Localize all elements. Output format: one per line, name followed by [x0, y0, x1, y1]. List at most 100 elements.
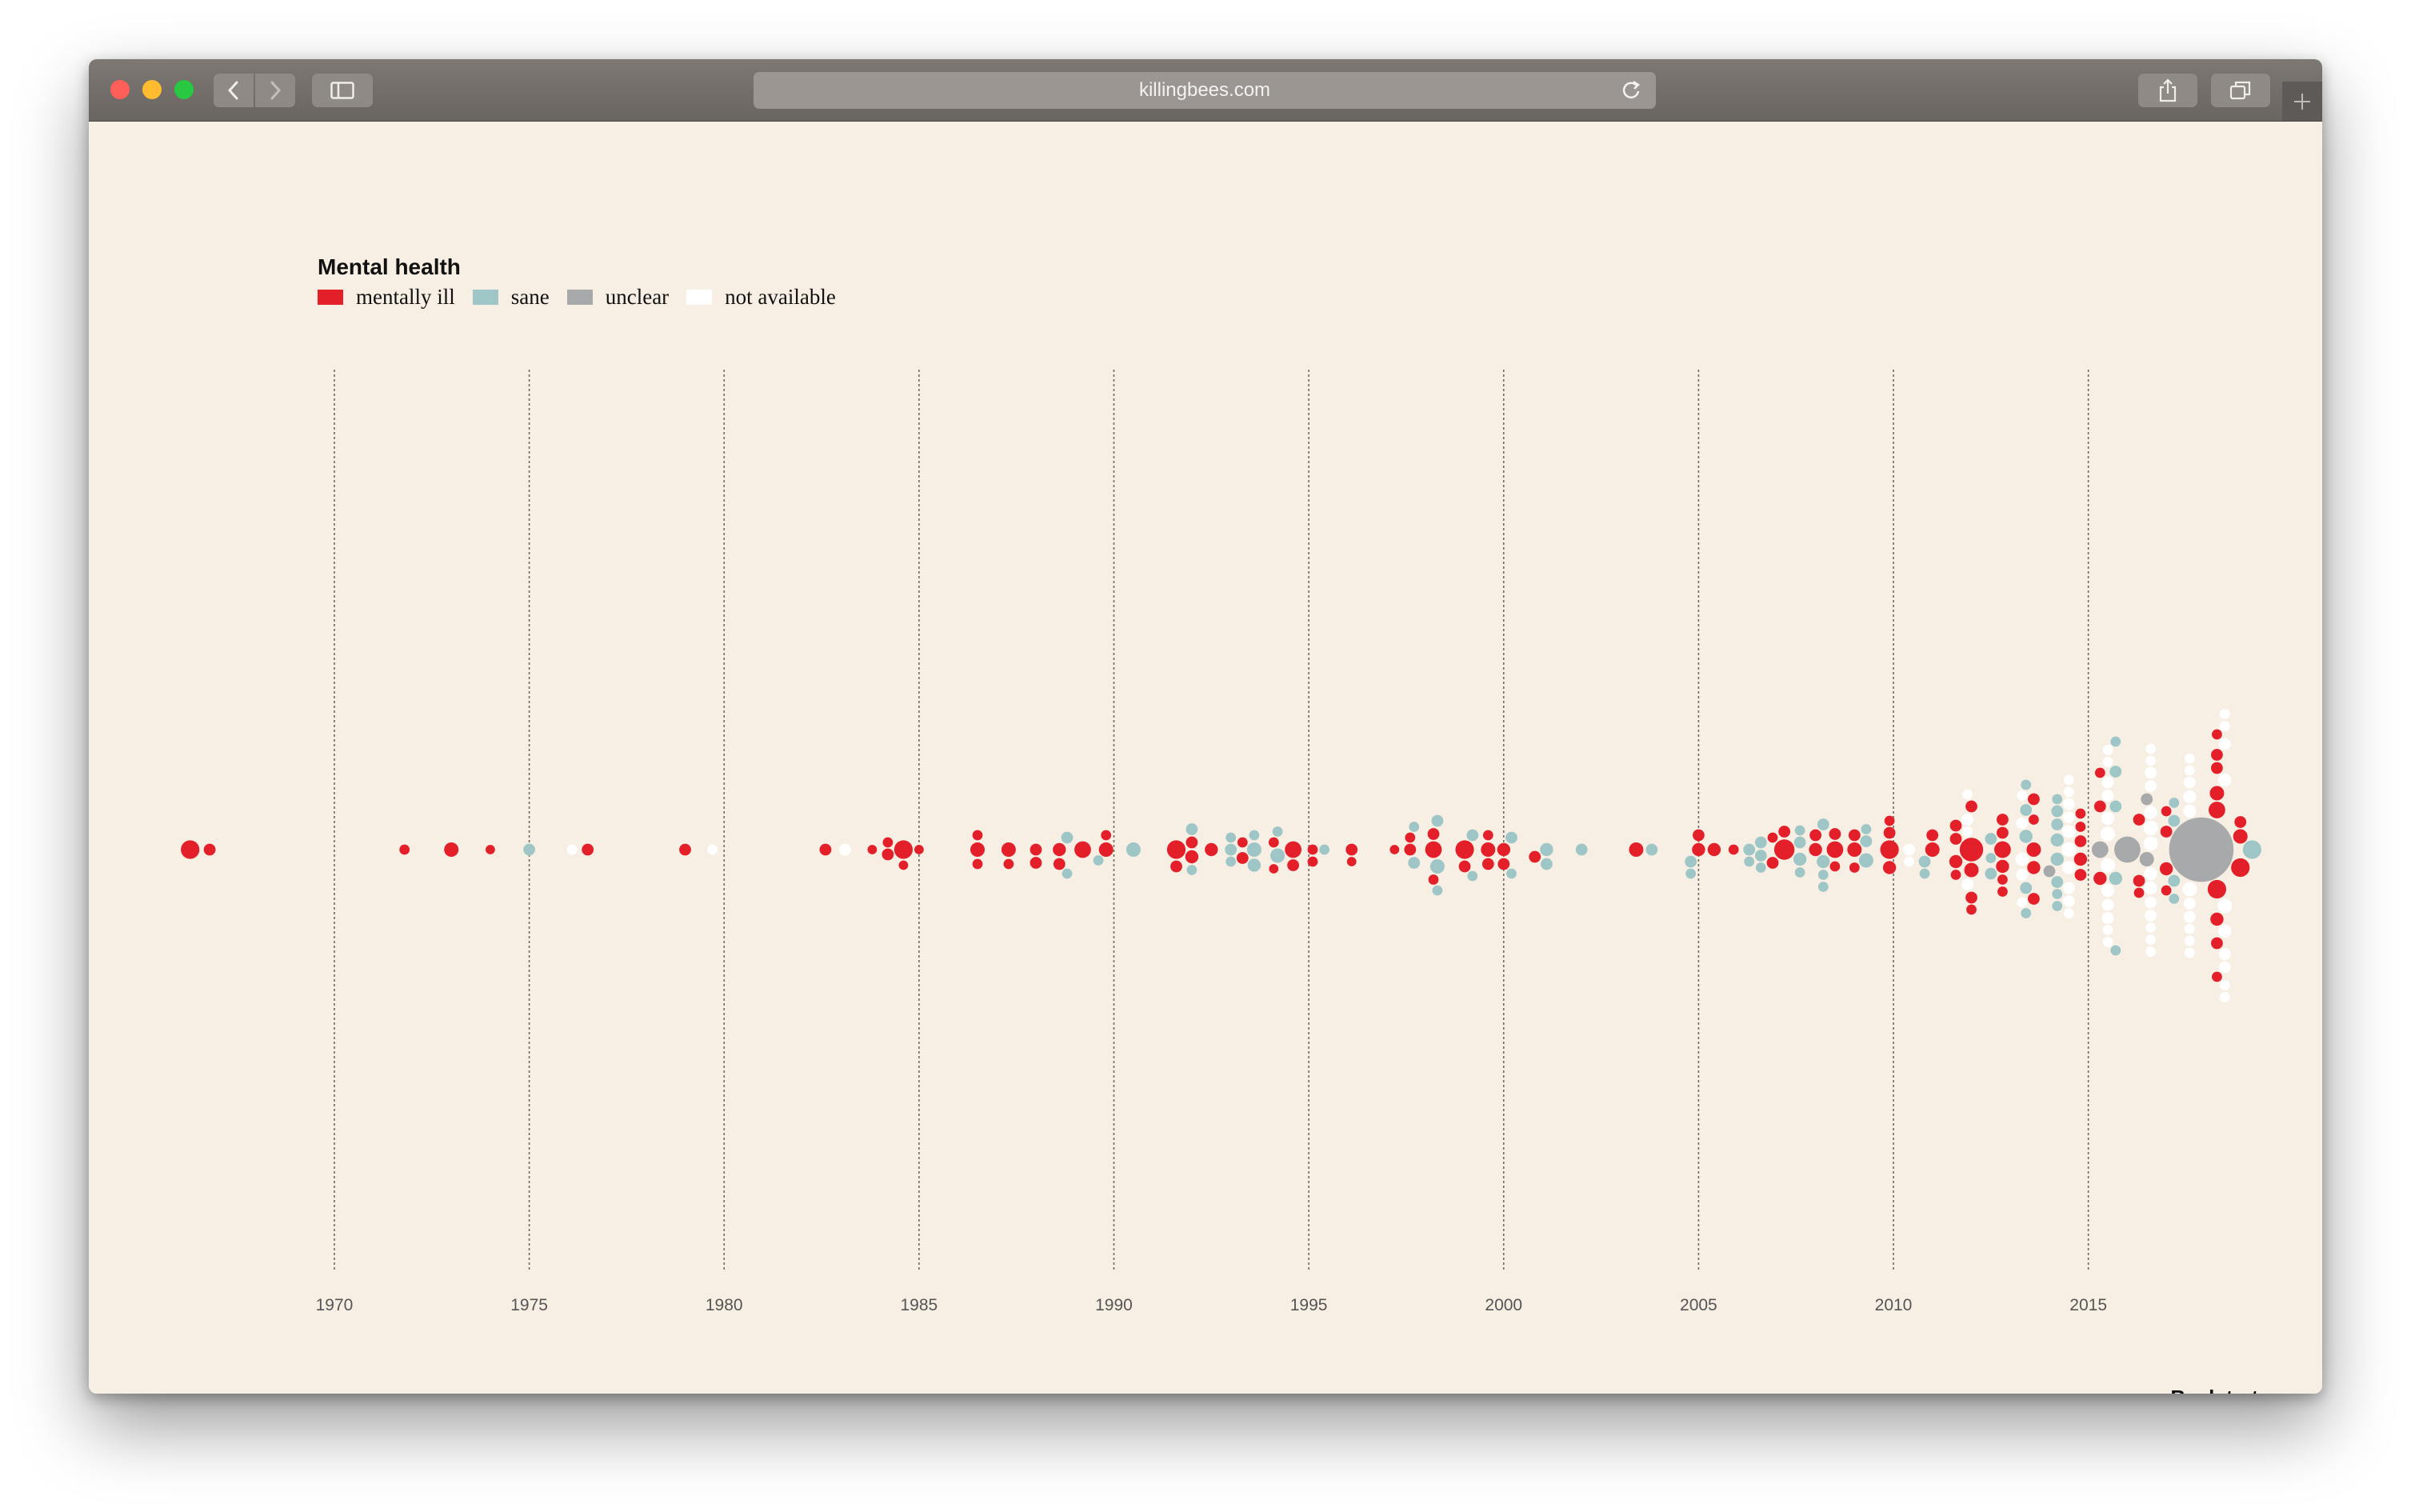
data-point-ill[interactable] — [2161, 885, 2172, 896]
data-point-na[interactable] — [2182, 882, 2197, 897]
data-point-unclear[interactable] — [2043, 865, 2056, 878]
data-point-sane[interactable] — [1272, 826, 1283, 837]
data-point-ill[interactable] — [1949, 833, 1962, 845]
data-point-ill[interactable] — [894, 840, 913, 859]
data-point-na[interactable] — [2144, 806, 2157, 819]
data-point-ill[interactable] — [1001, 842, 1016, 857]
data-point-ill[interactable] — [203, 843, 216, 856]
data-point-na[interactable] — [2063, 786, 2074, 798]
data-point-ill[interactable] — [1848, 829, 1861, 842]
data-point-ill[interactable] — [1287, 859, 1299, 871]
data-point-ill[interactable] — [1497, 858, 1510, 870]
data-point-sane[interactable] — [1062, 868, 1073, 879]
show-tabs-button[interactable] — [2211, 74, 2270, 107]
data-point-na[interactable] — [2102, 757, 2113, 767]
data-point-sane[interactable] — [1985, 833, 1997, 845]
data-point-ill[interactable] — [2210, 912, 2224, 926]
data-point-sane[interactable] — [2052, 794, 2063, 805]
data-point-na[interactable] — [2102, 937, 2113, 947]
data-point-na[interactable] — [1962, 789, 1973, 800]
data-point-na[interactable] — [2219, 721, 2230, 731]
data-point-ill[interactable] — [1997, 814, 2009, 826]
data-point-sane[interactable] — [2110, 945, 2121, 956]
data-point-na[interactable] — [2101, 826, 2115, 842]
data-point-ill[interactable] — [2093, 871, 2107, 886]
data-point-ill[interactable] — [2211, 749, 2223, 761]
data-point-na[interactable] — [2101, 912, 2114, 924]
data-point-sane[interactable] — [2050, 833, 2064, 847]
data-point-na[interactable] — [2063, 774, 2074, 786]
data-point-sane[interactable] — [1540, 842, 1553, 857]
data-point-ill[interactable] — [1997, 886, 2008, 897]
data-point-sane[interactable] — [1225, 843, 1237, 856]
data-point-sane[interactable] — [2110, 736, 2121, 747]
data-point-na[interactable] — [2219, 709, 2230, 719]
data-point-ill[interactable] — [1966, 904, 1977, 915]
data-point-ill[interactable] — [1926, 829, 1939, 842]
data-point-ill[interactable] — [2027, 861, 2041, 874]
data-point-ill[interactable] — [1809, 842, 1822, 857]
data-point-ill[interactable] — [1925, 842, 1940, 857]
data-point-na[interactable] — [1961, 878, 1974, 890]
address-bar[interactable]: killingbees.com — [754, 72, 1656, 109]
data-point-ill[interactable] — [1994, 841, 2011, 858]
data-point-ill[interactable] — [1883, 826, 1896, 839]
data-point-ill[interactable] — [1458, 860, 1471, 873]
data-point-ill[interactable] — [2160, 826, 2173, 838]
data-point-sane[interactable] — [1505, 831, 1517, 844]
data-point-na[interactable] — [2219, 980, 2230, 990]
data-point-na[interactable] — [2063, 908, 2074, 918]
data-point-ill[interactable] — [582, 843, 594, 856]
data-point-na[interactable] — [2102, 745, 2113, 755]
data-point-ill[interactable] — [1053, 858, 1066, 870]
data-point-na[interactable] — [2218, 773, 2232, 787]
data-point-sane[interactable] — [1744, 856, 1755, 867]
data-point-ill[interactable] — [1285, 841, 1301, 858]
data-point-ill[interactable] — [1185, 850, 1199, 864]
data-point-ill[interactable] — [444, 842, 459, 857]
data-point-sane[interactable] — [1466, 829, 1479, 842]
data-point-sane[interactable] — [2051, 818, 2064, 830]
data-point-na[interactable] — [2184, 923, 2195, 934]
back-button[interactable] — [214, 74, 254, 107]
data-point-ill[interactable] — [1425, 841, 1442, 858]
data-point-sane[interactable] — [1754, 836, 1767, 849]
data-point-na[interactable] — [2016, 869, 2029, 881]
data-point-ill[interactable] — [1481, 858, 1494, 870]
data-point-ill[interactable] — [1427, 828, 1440, 840]
data-point-ill[interactable] — [1170, 860, 1182, 873]
data-point-ill[interactable] — [2029, 814, 2039, 825]
data-point-na[interactable] — [2145, 743, 2157, 754]
data-point-sane[interactable] — [2052, 889, 2063, 899]
data-point-sane[interactable] — [523, 843, 535, 856]
data-point-ill[interactable] — [1205, 842, 1218, 857]
data-point-na[interactable] — [2101, 776, 2114, 789]
share-button[interactable] — [2138, 74, 2197, 107]
data-point-sane[interactable] — [1919, 868, 1930, 879]
data-point-ill[interactable] — [2209, 802, 2225, 818]
data-point-ill[interactable] — [1101, 830, 1112, 841]
data-point-ill[interactable] — [1098, 842, 1114, 857]
data-point-sane[interactable] — [1817, 870, 1829, 880]
data-point-na[interactable] — [2101, 811, 2115, 826]
data-point-ill[interactable] — [1482, 830, 1493, 841]
data-point-ill[interactable] — [1997, 874, 2008, 885]
data-point-na[interactable] — [2016, 817, 2029, 830]
data-point-sane[interactable] — [2109, 800, 2122, 813]
data-point-sane[interactable] — [1575, 843, 1588, 856]
data-point-unclear[interactable] — [2139, 852, 2154, 866]
data-point-ill[interactable] — [486, 845, 495, 854]
data-point-ill[interactable] — [1849, 862, 1860, 873]
data-point-na[interactable] — [2184, 935, 2195, 946]
data-point-sane[interactable] — [2021, 908, 2032, 918]
data-point-sane[interactable] — [2051, 876, 2064, 888]
data-point-sane[interactable] — [1506, 868, 1517, 879]
data-point-sane[interactable] — [1247, 858, 1261, 872]
data-point-na[interactable] — [2183, 910, 2196, 923]
data-point-sane[interactable] — [1432, 885, 1443, 896]
data-point-sane[interactable] — [1794, 867, 1805, 878]
data-point-ill[interactable] — [2211, 937, 2223, 950]
data-point-ill[interactable] — [2075, 808, 2086, 819]
data-point-ill[interactable] — [2234, 816, 2247, 828]
data-point-sane[interactable] — [1249, 830, 1260, 841]
